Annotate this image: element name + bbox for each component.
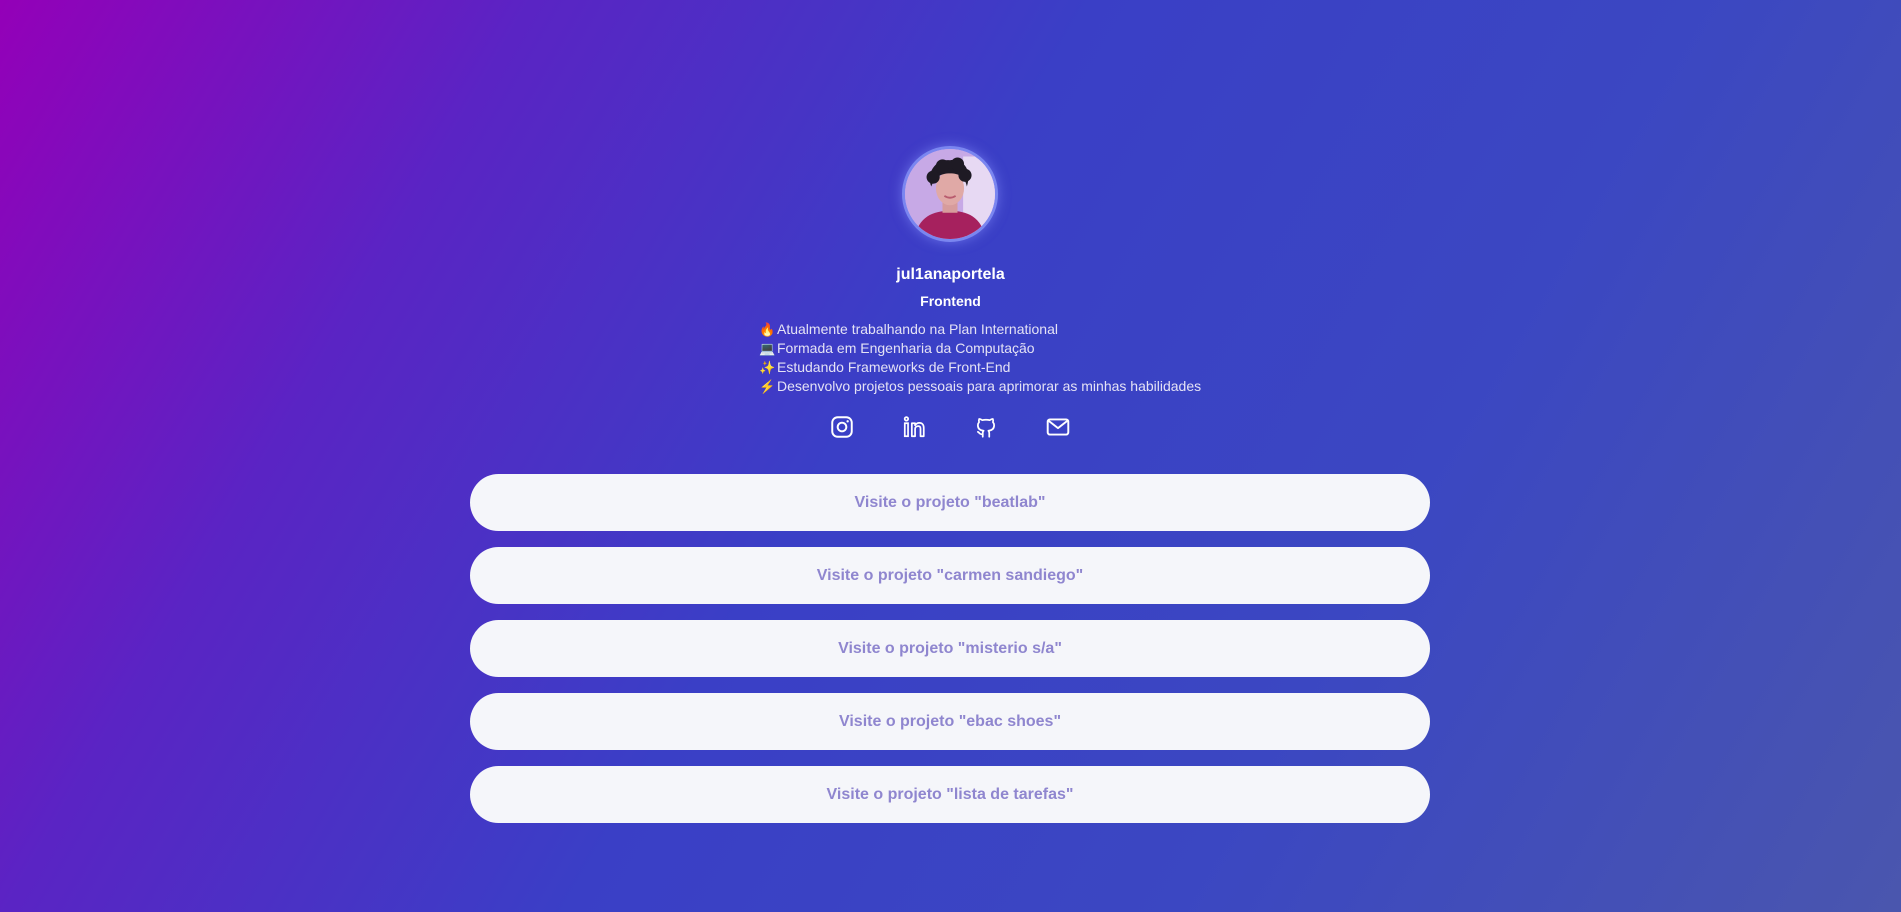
- bio-text: Desenvolvo projetos pessoais para aprimo…: [777, 378, 1202, 394]
- project-link-carmen-sandiego[interactable]: Visite o projeto "carmen sandiego": [470, 547, 1430, 604]
- bio-text: Estudando Frameworks de Front-End: [777, 359, 1011, 375]
- sparkles-icon: ✨: [759, 360, 776, 375]
- linkedin-link[interactable]: [901, 414, 927, 440]
- lightning-icon: ⚡: [759, 379, 776, 394]
- project-link-misterio-sa[interactable]: Visite o projeto "misterio s/a": [470, 620, 1430, 677]
- project-link-beatlab[interactable]: Visite o projeto "beatlab": [470, 474, 1430, 531]
- email-link[interactable]: [1045, 414, 1071, 440]
- bio-item: 💻 Formada em Engenharia da Computação: [759, 339, 1201, 358]
- bio-item: ⚡ Desenvolvo projetos pessoais para aprim…: [759, 377, 1201, 396]
- project-link-lista-de-tarefas[interactable]: Visite o projeto "lista de tarefas": [470, 766, 1430, 823]
- mail-icon: [1046, 418, 1070, 436]
- fire-icon: 🔥: [759, 322, 776, 337]
- bio-text: Formada em Engenharia da Computação: [777, 340, 1035, 356]
- bio-list: 🔥 Atualmente trabalhando na Plan Internat…: [759, 320, 1201, 396]
- github-icon: [977, 418, 995, 438]
- social-links: [0, 414, 1901, 440]
- bio-text: Atualmente trabalhando na Plan Internati…: [777, 321, 1058, 337]
- laptop-icon: 💻: [759, 341, 776, 356]
- linkedin-icon: [903, 416, 925, 438]
- bio-item: 🔥 Atualmente trabalhando na Plan Internat…: [759, 320, 1201, 339]
- instagram-icon: [831, 416, 853, 438]
- username: jul1anaportela: [896, 266, 1005, 283]
- github-link[interactable]: [973, 414, 999, 440]
- project-link-ebac-shoes[interactable]: Visite o projeto "ebac shoes": [470, 693, 1430, 750]
- avatar: [902, 146, 998, 242]
- avatar-photo: [905, 149, 995, 239]
- bio-item: ✨ Estudando Frameworks de Front-End: [759, 358, 1201, 377]
- project-links: Visite o projeto "beatlab" Visite o proj…: [470, 474, 1430, 839]
- profile-role: Frontend: [920, 293, 981, 309]
- instagram-link[interactable]: [829, 414, 855, 440]
